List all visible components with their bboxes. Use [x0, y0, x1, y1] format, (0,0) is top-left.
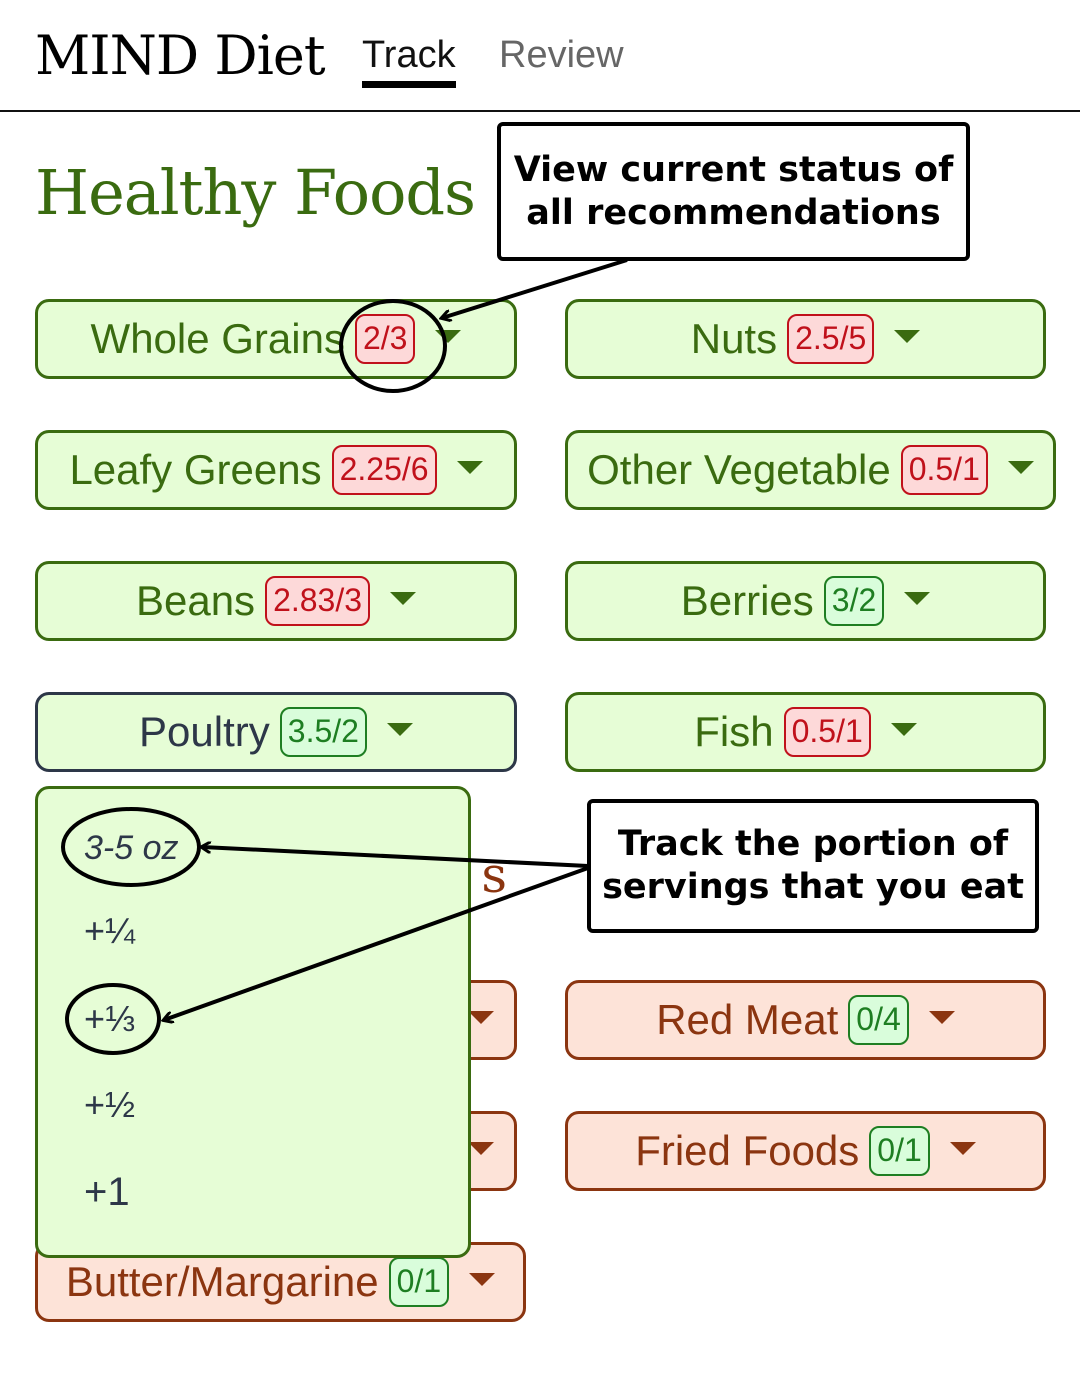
- food-label: Leafy Greens: [69, 446, 322, 493]
- servings-badge: 2.5/5: [787, 314, 875, 364]
- food-label: Red Meat: [656, 996, 839, 1043]
- caret-down-icon: [890, 722, 917, 736]
- portion-callout: Track the portion of servings that you e…: [587, 799, 1039, 933]
- servings-badge: 0.5/1: [783, 707, 871, 757]
- caret-down-icon: [456, 460, 483, 474]
- food-button-red-meat[interactable]: Red Meat 0/4: [565, 980, 1046, 1060]
- tab-review[interactable]: Review: [499, 34, 624, 77]
- food-button-fried-foods[interactable]: Fried Foods 0/1: [565, 1111, 1046, 1191]
- caret-down-icon: [469, 1272, 496, 1286]
- food-button-fish[interactable]: Fish 0.5/1: [565, 692, 1046, 772]
- caret-down-icon: [949, 1141, 976, 1155]
- food-button-nuts[interactable]: Nuts 2.5/5: [565, 299, 1046, 379]
- food-button-other-vegetable[interactable]: Other Vegetable 0.5/1: [565, 430, 1056, 510]
- header-divider: [0, 110, 1080, 112]
- poultry-portion-dropdown: 3-5 oz +¼ +⅓ +½ +1: [35, 786, 471, 1258]
- servings-badge: 2.83/3: [265, 576, 371, 626]
- food-label: Whole Grains: [90, 315, 345, 362]
- option-add-third[interactable]: +⅓: [84, 998, 135, 1040]
- food-button-beans[interactable]: Beans 2.83/3: [35, 561, 517, 641]
- caret-down-icon: [1007, 460, 1034, 474]
- food-label: Fried Foods: [635, 1127, 860, 1174]
- status-callout: View current status of all recommendatio…: [497, 122, 970, 261]
- caret-down-icon: [435, 329, 462, 343]
- servings-badge: 3/2: [823, 576, 885, 626]
- food-button-whole-grains[interactable]: Whole Grains 2/3: [35, 299, 517, 379]
- food-button-berries[interactable]: Berries 3/2: [565, 561, 1046, 641]
- food-label: Poultry: [139, 708, 270, 755]
- caret-down-icon: [468, 1010, 494, 1024]
- servings-badge: 2.25/6: [331, 445, 437, 495]
- servings-badge: 2/3: [354, 314, 416, 364]
- caret-down-icon: [904, 591, 931, 605]
- caret-down-icon: [468, 1141, 494, 1155]
- food-label: Beans: [135, 577, 256, 624]
- servings-badge: 0/1: [388, 1257, 450, 1307]
- option-add-one[interactable]: +1: [84, 1170, 130, 1215]
- food-button-leafy-greens[interactable]: Leafy Greens 2.25/6: [35, 430, 517, 510]
- app-title: MIND Diet: [35, 24, 326, 87]
- healthy-foods-heading: Healthy Foods: [35, 156, 476, 229]
- caret-down-icon: [894, 329, 921, 343]
- servings-badge: 0.5/1: [900, 445, 988, 495]
- caret-down-icon: [928, 1010, 955, 1024]
- food-label: Berries: [680, 577, 814, 624]
- option-add-quarter[interactable]: +¼: [84, 910, 135, 952]
- servings-badge: 0/4: [848, 995, 909, 1045]
- caret-down-icon: [386, 722, 413, 736]
- tab-track[interactable]: Track: [362, 34, 456, 88]
- food-label: Nuts: [690, 315, 778, 362]
- servings-badge: 3.5/2: [279, 707, 367, 757]
- food-button-poultry[interactable]: Poultry 3.5/2: [35, 692, 517, 772]
- food-label: Other Vegetable: [587, 446, 891, 493]
- servings-badge: 0/1: [869, 1126, 930, 1176]
- food-label: Fish: [694, 708, 774, 755]
- option-add-half[interactable]: +½: [84, 1084, 135, 1126]
- food-label: Butter/Margarine: [65, 1258, 379, 1305]
- serving-size-hint: 3-5 oz: [84, 829, 179, 867]
- caret-down-icon: [390, 591, 417, 605]
